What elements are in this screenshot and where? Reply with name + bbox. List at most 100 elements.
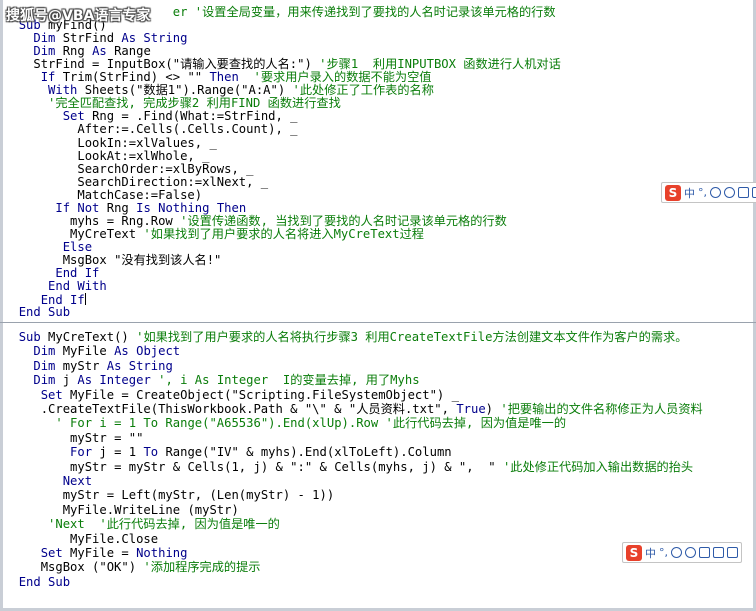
code-line[interactable]: Else <box>4 240 92 254</box>
code-token: '把要输出的文件名称修正为人员资料 <box>500 402 703 416</box>
code-token: ) <box>485 402 501 416</box>
code-token: End Sub <box>18 574 71 589</box>
code-token: Rng = .Find(What:=StrFind, _ <box>92 109 298 124</box>
code-line[interactable]: Set MyFile = CreateObject("Scripting.Fil… <box>4 387 459 402</box>
emoji-icon[interactable] <box>710 187 721 198</box>
mic-icon[interactable] <box>685 547 696 558</box>
code-line[interactable]: MyCreText '如果找到了用户要求的人名将进入MyCreText过程 <box>4 226 424 241</box>
code-token: '设置传递函数, 当找到了要找的人名时记录该单元格的行数 <box>180 213 507 228</box>
code-line[interactable]: For j = 1 To Range("IV" & myhs).End(xlTo… <box>4 446 452 459</box>
code-token: For <box>70 445 100 460</box>
code-line[interactable]: Dim MyFile As Object <box>4 345 180 358</box>
code-token: SearchOrder:=xlByRows, _ <box>77 161 254 176</box>
toolbox-icon[interactable] <box>727 547 738 558</box>
code-token: myStr = "" <box>70 430 144 445</box>
ime-mode-toggle[interactable]: 中 <box>645 545 656 561</box>
sogou-logo-icon[interactable]: S <box>626 544 642 561</box>
code-line[interactable]: MsgBox ("OK") '添加程序完成的提示 <box>4 560 261 575</box>
ime-toolbar-top[interactable]: S 中 °, <box>661 182 756 203</box>
code-token: '如果找到了用户要求的人名将进入MyCreText过程 <box>143 226 424 241</box>
sogou-logo-icon[interactable]: S <box>665 184 681 201</box>
code-line[interactable]: SearchDirection:=xlNext, _ <box>4 175 268 189</box>
code-line[interactable]: LookAt:=xlWhole, _ <box>4 149 209 163</box>
code-line[interactable]: SearchOrder:=xlByRows, _ <box>4 161 254 176</box>
keyboard-icon[interactable] <box>738 187 749 198</box>
code-line[interactable]: 'Next '此行代码去掉, 因为值是唯一的 <box>4 518 280 531</box>
code-line[interactable]: End With <box>4 280 107 293</box>
code-line[interactable]: ' For i = 1 To Range("A65536").End(xlUp)… <box>4 417 566 430</box>
code-line[interactable]: '完全匹配查找, 完成步骤2 利用FIND 函数进行查找 <box>4 97 341 110</box>
code-token: True <box>456 402 486 416</box>
code-token: End Sub <box>18 305 71 320</box>
skin-icon[interactable] <box>752 187 756 198</box>
keyboard-icon[interactable] <box>699 547 710 558</box>
punctuation-toggle[interactable]: °, <box>698 186 707 199</box>
code-line[interactable]: .CreateTextFile(ThisWorkbook.Path & "\" … <box>4 403 703 416</box>
code-line[interactable]: myStr = myStr & Cells(1, j) & ":" & Cell… <box>4 459 694 474</box>
skin-icon[interactable] <box>713 547 724 558</box>
code-line[interactable]: Set Rng = .Find(What:=StrFind, _ <box>4 110 298 123</box>
code-line[interactable]: myStr = "" <box>4 430 144 445</box>
code-token: MyCreText <box>70 226 144 241</box>
code-line[interactable]: If Not Rng Is Nothing Then <box>4 200 247 215</box>
code-token: MatchCase:=False) <box>77 187 203 202</box>
code-token: myStr = Left(myStr, (Len(myStr) - 1)) <box>62 488 335 503</box>
code-token: Dim <box>33 31 63 46</box>
code-token: MyFile = CreateObject("Scripting.FileSys… <box>70 387 459 402</box>
code-token: After:=.Cells(.Cells.Count), _ <box>77 122 298 137</box>
code-window-bottom[interactable]: Sub MyCreText() '如果找到了用户要求的人名将执行步骤3 利用Cr… <box>0 323 756 611</box>
code-token: j <box>62 373 78 388</box>
punctuation-toggle[interactable]: °, <box>659 546 668 559</box>
code-line[interactable]: myhs = Rng.Row '设置传递函数, 当找到了要找的人名时记录该单元格… <box>4 213 507 228</box>
code-line[interactable]: MyFile.Close <box>4 532 158 546</box>
code-token: '此处修正代码加入输出数据的抬头 <box>502 459 694 474</box>
code-token: 'Next '此行代码去掉, 因为值是唯一的 <box>48 517 280 532</box>
code-token: myStr = myStr & Cells(1, j) & ":" & Cell… <box>70 459 503 474</box>
emoji-icon[interactable] <box>671 547 682 558</box>
ime-toolbar-bottom[interactable]: S 中 °, <box>622 542 742 563</box>
code-token: Set <box>40 387 71 402</box>
code-token: myhs = Rng.Row <box>70 213 181 228</box>
code-line[interactable]: LookIn:=xlValues, _ <box>4 136 216 150</box>
code-line[interactable]: End Sub <box>4 306 70 319</box>
code-line[interactable]: Dim StrFind As String <box>4 32 187 45</box>
ime-mode-toggle[interactable]: 中 <box>684 185 695 201</box>
code-token: Set <box>62 109 93 124</box>
code-line[interactable]: myStr = Left(myStr, (Len(myStr) - 1)) <box>4 488 335 503</box>
code-line[interactable]: MyFile.WriteLine (myStr) <box>4 502 239 517</box>
code-line[interactable]: MatchCase:=False) <box>4 187 203 202</box>
code-line[interactable]: Sub MyCreText() '如果找到了用户要求的人名将执行步骤3 利用Cr… <box>4 331 688 344</box>
code-line[interactable]: End Sub <box>4 574 71 589</box>
code-token: As String <box>106 358 173 373</box>
code-token: Rng <box>106 200 137 215</box>
code-line[interactable]: MsgBox "没有找到该人名!" <box>4 252 222 267</box>
code-token: MsgBox "没有找到该人名!" <box>62 252 222 267</box>
code-line[interactable]: Next <box>4 475 92 488</box>
code-token: MsgBox ("OK") <box>40 560 144 575</box>
code-window-top[interactable]: Public myhs As Integer '设置全局变量，用来传递找到了要找… <box>0 0 756 322</box>
code-line[interactable]: After:=.Cells(.Cells.Count), _ <box>4 122 298 137</box>
code-line[interactable]: Dim myStr As String <box>4 358 173 373</box>
code-token: MyFile.WriteLine (myStr) <box>62 502 239 517</box>
code-token: If Not <box>55 200 107 215</box>
code-token: ' For i = 1 To Range("A65536").End(xlUp)… <box>55 416 567 431</box>
code-line[interactable]: Set MyFile = Nothing <box>4 547 188 560</box>
code-token: Is Nothing Then <box>136 200 247 215</box>
mic-icon[interactable] <box>724 187 735 198</box>
code-token: Dim <box>33 344 63 359</box>
code-line[interactable]: End If <box>4 267 99 280</box>
code-token: End If <box>55 266 100 280</box>
code-line[interactable]: Dim j As Integer ', i As Integer I的变量去掉,… <box>4 373 419 388</box>
